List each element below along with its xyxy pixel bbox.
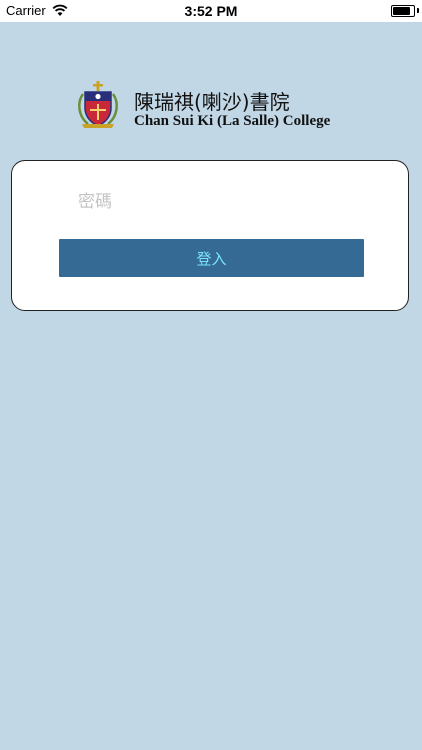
status-bar: Carrier 3:52 PM bbox=[0, 0, 422, 22]
battery-level bbox=[393, 7, 411, 15]
login-card: 登入 bbox=[11, 160, 409, 311]
password-input[interactable] bbox=[78, 187, 368, 217]
battery-icon bbox=[391, 5, 415, 17]
school-name-chinese: 陳瑞祺(喇沙)書院 bbox=[134, 90, 290, 114]
status-time: 3:52 PM bbox=[184, 3, 238, 19]
school-brand: 陳瑞祺(喇沙)書院 Chan Sui Ki (La Salle) College bbox=[76, 80, 346, 136]
login-button[interactable]: 登入 bbox=[59, 239, 364, 277]
school-name-english: Chan Sui Ki (La Salle) College bbox=[134, 113, 331, 129]
school-crest-icon bbox=[78, 81, 118, 128]
battery-tip bbox=[417, 8, 419, 13]
